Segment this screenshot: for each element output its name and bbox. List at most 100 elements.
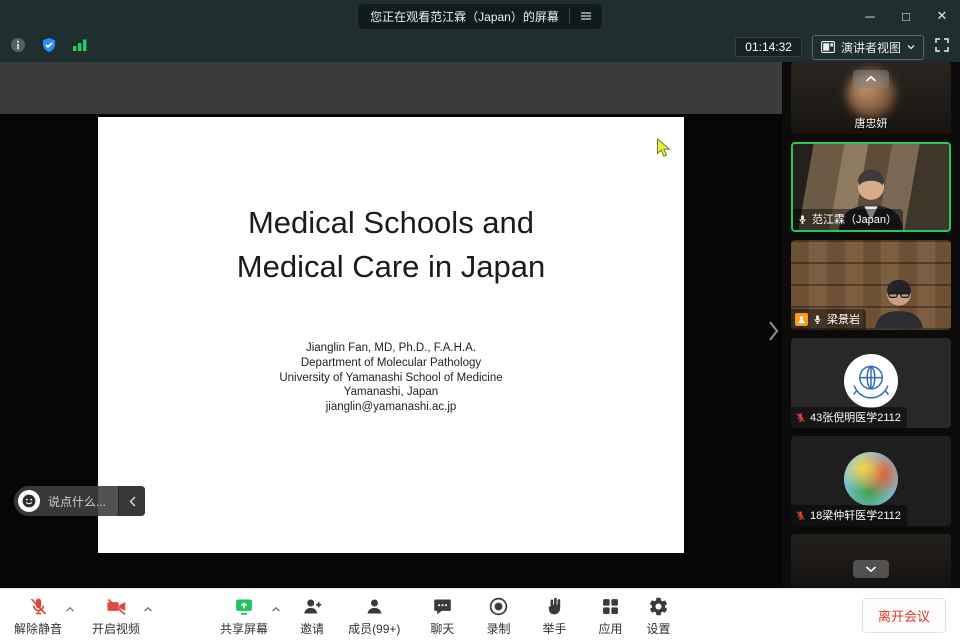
- participant-tile[interactable]: 18梁仲轩医学2112: [791, 436, 951, 526]
- gear-icon: [648, 595, 669, 617]
- window-controls: ─ □ ✕: [852, 0, 960, 32]
- leave-meeting-button[interactable]: 离开会议: [862, 598, 946, 633]
- screen-watch-label: 您正在观看范江霖（Japan）的屏幕: [370, 8, 559, 25]
- network-stats-icon[interactable]: [72, 38, 88, 57]
- participant-tile[interactable]: 范江霖（Japan）: [791, 142, 951, 232]
- layout-icon: [821, 41, 835, 53]
- raise-hand-label: 举手: [542, 620, 566, 637]
- share-screen-icon: [233, 595, 255, 617]
- title-bar: 您正在观看范江霖（Japan）的屏幕 ─ □ ✕: [0, 0, 960, 32]
- slide-title: Medical Schools and Medical Care in Japa…: [98, 201, 684, 289]
- slide-author-line: University of Yamanashi School of Medici…: [98, 371, 684, 386]
- invite-button[interactable]: 邀请: [292, 589, 332, 642]
- chat-icon: [432, 595, 453, 617]
- info-bar: 01:14:32 演讲者视图: [0, 32, 960, 62]
- apps-button[interactable]: 应用: [590, 589, 630, 642]
- record-label: 录制: [486, 620, 510, 637]
- participant-label: 43张倪明医学2112: [791, 407, 907, 428]
- meeting-status-icons: [10, 37, 88, 58]
- participant-video: [853, 272, 945, 330]
- scroll-down-button[interactable]: [853, 560, 889, 578]
- participant-label: 梁景岩: [791, 309, 866, 330]
- settings-label: 设置: [646, 620, 670, 637]
- raise-hand-button[interactable]: 举手: [534, 589, 574, 642]
- members-button[interactable]: 成员(99+): [340, 589, 408, 642]
- screen-watch-pill[interactable]: 您正在观看范江霖（Japan）的屏幕: [358, 4, 602, 29]
- meeting-timer: 01:14:32: [735, 37, 802, 57]
- fullscreen-icon[interactable]: [934, 37, 950, 58]
- meeting-window: 您正在观看范江霖（Japan）的屏幕 ─ □ ✕ 01:14:32: [0, 0, 960, 642]
- slide-author-line: Department of Molecular Pathology: [98, 356, 684, 371]
- participant-tile[interactable]: 唐忠妍: [791, 62, 951, 134]
- slide-author-line: Yamanashi, Japan: [98, 385, 684, 400]
- video-options-caret-icon[interactable]: [143, 602, 153, 616]
- unmute-label: 解除静音: [14, 620, 62, 637]
- slide-author-line: jianglin@yamanashi.ac.jp: [98, 400, 684, 415]
- start-video-button[interactable]: 开启视频: [84, 589, 148, 642]
- record-button[interactable]: 录制: [478, 589, 518, 642]
- settings-button[interactable]: 设置: [638, 589, 678, 642]
- bottom-toolbar: 解除静音 开启视频 共享屏幕: [0, 588, 960, 642]
- security-shield-icon[interactable]: [41, 37, 57, 58]
- participant-name: 43张倪明医学2112: [810, 409, 901, 425]
- who-emblem-icon: [844, 354, 898, 408]
- presentation-slide: Medical Schools and Medical Care in Japa…: [98, 117, 684, 553]
- camera-off-icon: [105, 595, 128, 617]
- invite-label: 邀请: [300, 620, 324, 637]
- members-label: 成员(99+): [348, 620, 400, 637]
- slide-title-line2: Medical Care in Japan: [98, 245, 684, 289]
- participant-tile[interactable]: 梁景岩: [791, 240, 951, 330]
- share-screen-label: 共享屏幕: [220, 620, 268, 637]
- share-screen-button[interactable]: 共享屏幕: [212, 589, 276, 642]
- view-controls: 01:14:32 演讲者视图: [735, 35, 950, 60]
- unmute-button[interactable]: 解除静音: [6, 589, 70, 642]
- chat-button[interactable]: 聊天: [422, 589, 462, 642]
- chevron-down-icon: [865, 565, 877, 573]
- chat-label: 聊天: [430, 620, 454, 637]
- members-icon: [364, 595, 385, 617]
- scroll-up-button[interactable]: [853, 70, 889, 88]
- mouse-cursor-icon: [656, 138, 673, 164]
- start-video-label: 开启视频: [92, 620, 140, 637]
- apps-label: 应用: [598, 620, 622, 637]
- mic-muted-icon: [795, 412, 806, 423]
- sidebar-collapse-chevron-icon[interactable]: [767, 320, 780, 347]
- menu-icon[interactable]: [569, 8, 602, 24]
- record-icon: [488, 595, 509, 617]
- shared-screen-area: Medical Schools and Medical Care in Japa…: [0, 62, 782, 588]
- apps-grid-icon: [600, 595, 621, 617]
- chat-collapse-chevron-icon[interactable]: [118, 486, 145, 516]
- participant-label: 范江霖（Japan）: [793, 209, 903, 230]
- participant-name: 范江霖（Japan）: [812, 211, 897, 227]
- invite-icon: [302, 595, 323, 617]
- participants-sidebar: 唐忠妍 范江霖（Japan）: [782, 62, 960, 588]
- mic-muted-icon: [795, 510, 806, 521]
- participant-name: 唐忠妍: [791, 115, 951, 131]
- participant-tile[interactable]: 43张倪明医学2112: [791, 338, 951, 428]
- chat-input-pill[interactable]: 说点什么...: [14, 486, 145, 516]
- participant-label: 18梁仲轩医学2112: [791, 505, 907, 526]
- chat-placeholder[interactable]: 说点什么...: [40, 493, 118, 510]
- avatar: [844, 452, 898, 506]
- avatar: [844, 354, 898, 408]
- mic-on-icon: [797, 214, 808, 225]
- caret-down-icon: [907, 44, 915, 50]
- emoji-icon[interactable]: [18, 490, 40, 512]
- slide-author-line: Jianglin Fan, MD, Ph.D., F.A.H.A.: [98, 341, 684, 356]
- participant-tile[interactable]: [791, 534, 951, 588]
- mic-muted-icon: [28, 595, 49, 617]
- participant-name: 梁景岩: [827, 311, 860, 327]
- slide-title-line1: Medical Schools and: [98, 201, 684, 245]
- maximize-button[interactable]: □: [888, 0, 924, 32]
- shared-desktop-band: [0, 62, 782, 114]
- raise-hand-icon: [544, 595, 565, 617]
- info-icon[interactable]: [10, 37, 26, 58]
- minimize-button[interactable]: ─: [852, 0, 888, 32]
- avatar-badge-icon: [795, 313, 808, 326]
- chevron-up-icon: [865, 75, 877, 83]
- close-button[interactable]: ✕: [924, 0, 960, 32]
- mic-options-caret-icon[interactable]: [65, 602, 75, 616]
- slide-author-block: Jianglin Fan, MD, Ph.D., F.A.H.A. Depart…: [98, 341, 684, 415]
- speaker-view-button[interactable]: 演讲者视图: [812, 35, 924, 60]
- share-options-caret-icon[interactable]: [271, 602, 281, 616]
